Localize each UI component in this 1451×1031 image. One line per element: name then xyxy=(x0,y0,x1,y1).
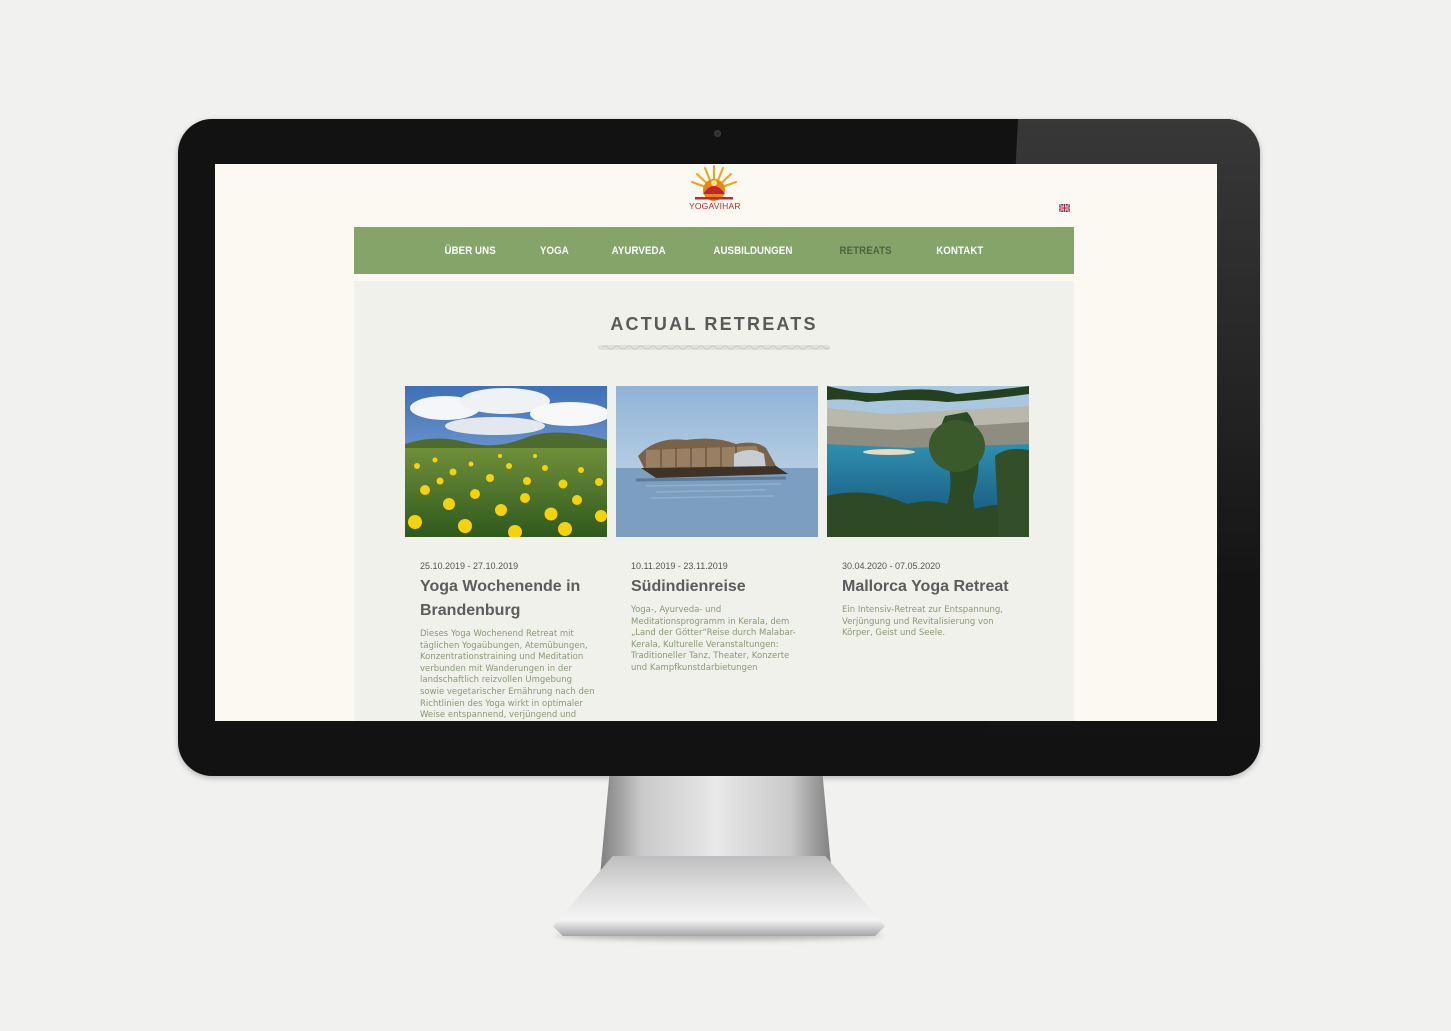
retreats-section: ACTUAL RETREATS 25.10.2019 - 27.10.2019 … xyxy=(354,281,1074,721)
camera-icon xyxy=(714,130,721,137)
nav-item-uber-uns[interactable]: ÜBER UNS xyxy=(445,245,496,257)
houseboat-image[interactable] xyxy=(616,386,818,537)
retreat-date: 30.04.2020 - 07.05.2020 xyxy=(842,561,941,571)
nav-item-retreats[interactable]: RETREATS xyxy=(839,245,891,257)
dandelion-meadow-image[interactable] xyxy=(405,386,607,537)
retreat-date: 10.11.2019 - 23.11.2019 xyxy=(631,561,728,571)
nav-item-yoga[interactable]: YOGA xyxy=(540,245,569,257)
main-navigation: ÜBER UNS YOGA AYURVEDA AUSBILDUNGEN RETR… xyxy=(354,227,1074,274)
retreat-date: 25.10.2019 - 27.10.2019 xyxy=(420,561,519,571)
retreat-title[interactable]: Mallorca Yoga Retreat xyxy=(842,575,1017,599)
nav-item-ausbildungen[interactable]: AUSBILDUNGEN xyxy=(713,245,792,257)
retreat-card-suedindien[interactable]: 10.11.2019 - 23.11.2019 Südindienreise Y… xyxy=(616,386,818,675)
retreat-description: Ein Intensiv-Retreat zur Entspannung, Ve… xyxy=(842,605,1004,639)
monitor-stand-base xyxy=(553,856,885,936)
logo-text: YOGAVIHAR xyxy=(689,201,741,211)
nav-item-ayurveda[interactable]: AYURVEDA xyxy=(612,245,666,257)
retreat-title[interactable]: Yoga Wochenende in Brandenburg xyxy=(420,575,595,623)
nav-item-kontakt[interactable]: KONTAKT xyxy=(936,245,983,257)
uk-flag-icon[interactable] xyxy=(1058,197,1071,213)
retreat-description: Yoga-, Ayurveda- und Meditationsprogramm… xyxy=(631,605,796,673)
website-screen: YOGAVIHAR ÜBER UNS YOGA AYURVEDA AUSBILD… xyxy=(215,164,1217,721)
sun-logo-icon xyxy=(691,165,737,201)
mallorca-bay-image[interactable] xyxy=(827,386,1029,537)
yogavihar-logo[interactable]: YOGAVIHAR xyxy=(689,164,741,212)
retreat-card-brandenburg[interactable]: 25.10.2019 - 27.10.2019 Yoga Wochenende … xyxy=(405,386,607,721)
uk-flag-graphic xyxy=(1058,203,1071,213)
site-header: YOGAVIHAR xyxy=(215,164,1217,227)
retreat-card-mallorca[interactable]: 30.04.2020 - 07.05.2020 Mallorca Yoga Re… xyxy=(827,386,1029,640)
section-title: ACTUAL RETREATS xyxy=(610,314,818,334)
title-divider xyxy=(598,345,830,350)
retreat-title[interactable]: Südindienreise xyxy=(631,575,806,599)
retreat-description: Dieses Yoga Wochenend Retreat mit täglic… xyxy=(420,629,595,721)
